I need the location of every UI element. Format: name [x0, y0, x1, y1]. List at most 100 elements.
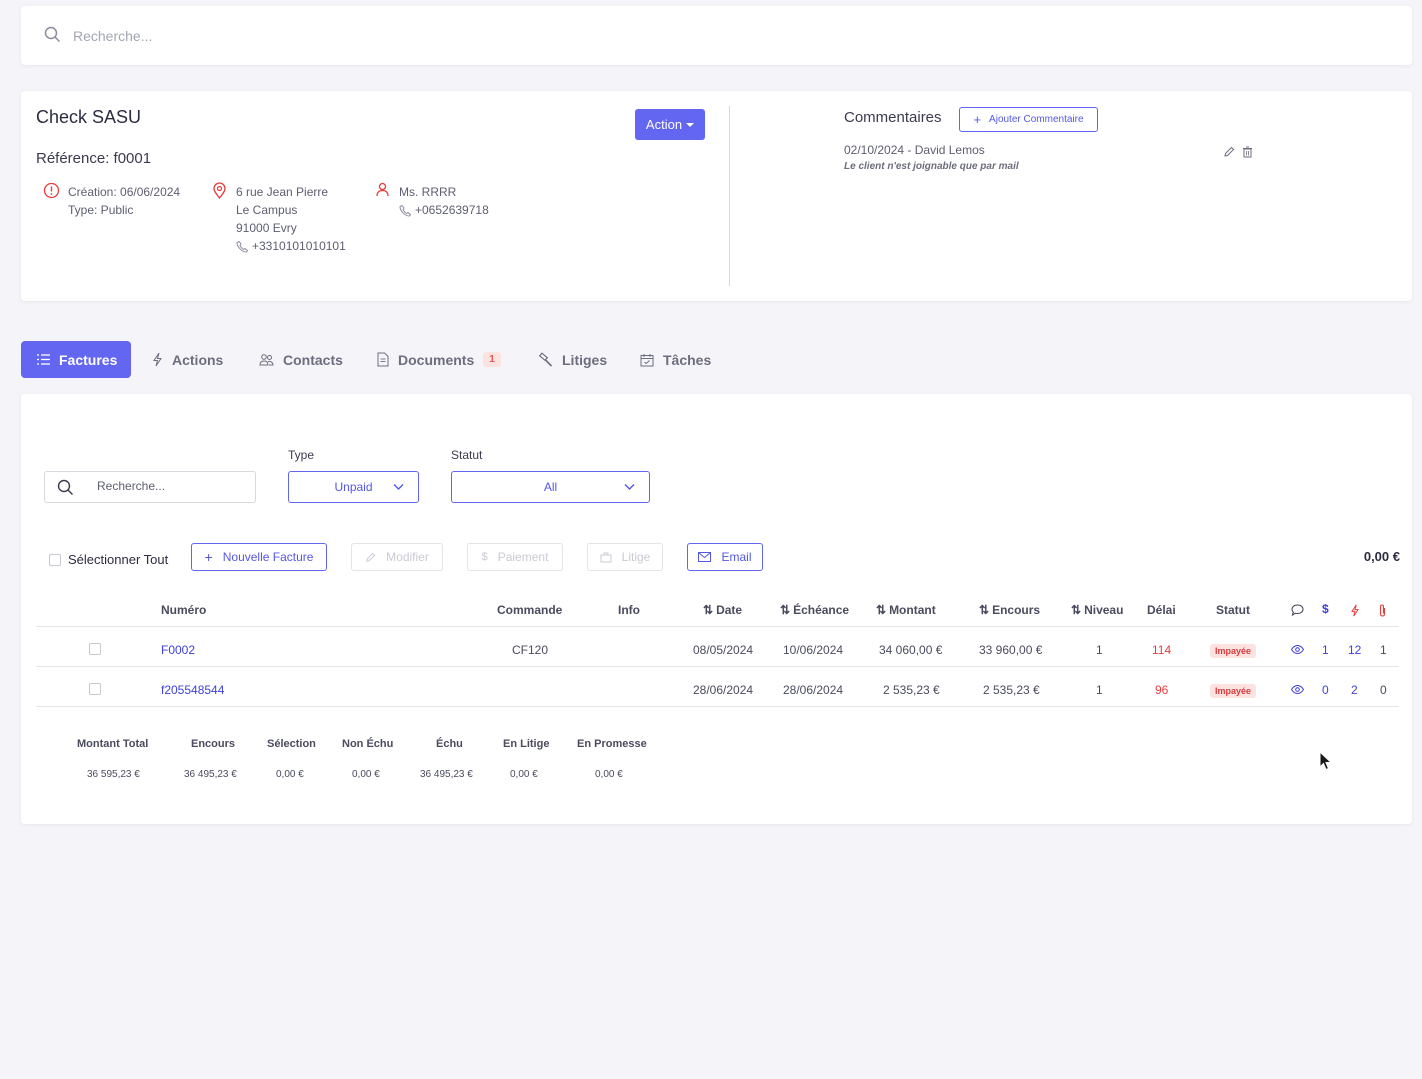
header-order[interactable]: Commande: [497, 603, 562, 617]
tab-label: Contacts: [283, 351, 343, 368]
invoice-number-link[interactable]: f205548544: [161, 683, 224, 697]
dollar-icon: $: [481, 551, 488, 563]
summary-value-promise: 0,00 €: [595, 769, 623, 780]
status-select[interactable]: All: [451, 471, 650, 503]
sort-icon: ⇅: [876, 603, 887, 617]
tab-contacts[interactable]: Contacts: [243, 341, 359, 378]
order-cell: CF120: [512, 643, 549, 657]
email-button[interactable]: Email: [687, 543, 763, 571]
header-status[interactable]: Statut: [1216, 603, 1250, 617]
header-date[interactable]: ⇅ Date: [703, 603, 742, 617]
action-button[interactable]: Action: [635, 109, 705, 140]
payment-button[interactable]: $ Paiement: [467, 543, 563, 571]
header-level[interactable]: ⇅ Niveau: [1071, 603, 1123, 617]
address-line-2: Le Campus: [236, 203, 298, 217]
paperclip-icon: [1378, 604, 1387, 617]
delete-comment-icon[interactable]: [1242, 146, 1253, 158]
outstanding-cell: 2 535,23 €: [983, 683, 1040, 697]
briefcase-icon: [600, 552, 612, 563]
invoice-search-box: [44, 471, 256, 503]
status-badge: Impayée: [1210, 684, 1257, 698]
divider: [729, 106, 730, 286]
sort-icon: ⇅: [703, 603, 714, 617]
address-line-3: 91000 Evry: [236, 221, 297, 235]
envelope-icon: [698, 552, 712, 562]
chevron-down-icon: [624, 483, 635, 491]
header-delay[interactable]: Délai: [1147, 603, 1176, 617]
eye-icon[interactable]: [1291, 685, 1304, 694]
sort-icon: ⇅: [780, 603, 791, 617]
user-icon: [375, 182, 390, 197]
comments-count[interactable]: 0: [1322, 683, 1329, 697]
header-number[interactable]: Numéro: [161, 603, 206, 617]
type-select-value: Unpaid: [334, 480, 373, 494]
header-due-date[interactable]: ⇅ Échéance: [780, 603, 849, 617]
status-filter-label: Statut: [451, 448, 483, 462]
selected-total: 0,00 €: [1363, 549, 1400, 564]
list-icon: [37, 354, 50, 365]
tab-documents[interactable]: Documents 1: [361, 341, 517, 378]
header-outstanding[interactable]: ⇅ Encours: [979, 603, 1040, 617]
type-select[interactable]: Unpaid: [288, 471, 419, 503]
amount-cell: 34 060,00 €: [879, 643, 943, 657]
mouse-cursor-icon: [1319, 751, 1333, 771]
bolt-icon: [152, 352, 163, 367]
edit-button[interactable]: Modifier: [351, 543, 443, 571]
tab-label: Tâches: [663, 351, 712, 368]
document-icon: [377, 352, 389, 367]
due-date-cell: 28/06/2024: [783, 683, 844, 697]
users-icon: [259, 353, 274, 366]
global-search-input[interactable]: [73, 24, 673, 48]
attachments-count[interactable]: 1: [1380, 643, 1387, 657]
tab-taches[interactable]: Tâches: [624, 341, 727, 378]
add-comment-button[interactable]: + Ajouter Commentaire: [959, 107, 1098, 132]
due-date-cell: 10/06/2024: [783, 643, 844, 657]
summary-value-not-due: 0,00 €: [352, 769, 380, 780]
comment-meta: 02/10/2024 - David Lemos: [844, 143, 985, 157]
comment-text: Le client n'est joignable que par mail: [844, 161, 1019, 172]
client-card: Check SASU Référence: f0001 Action Créat…: [21, 91, 1412, 301]
sort-icon: ⇅: [979, 603, 990, 617]
pencil-icon: [365, 552, 376, 563]
header-amount[interactable]: ⇅ Montant: [876, 603, 936, 617]
new-invoice-label: Nouvelle Facture: [222, 550, 314, 564]
tab-label: Factures: [59, 351, 118, 368]
invoice-number-link[interactable]: F0002: [161, 643, 195, 657]
invoice-search-input[interactable]: [97, 479, 247, 493]
comments-count[interactable]: 1: [1322, 643, 1329, 657]
summary-value-outstanding: 36 495,23 €: [184, 769, 237, 780]
row-checkbox[interactable]: [89, 643, 101, 655]
payments-count[interactable]: 12: [1348, 643, 1361, 657]
tab-label: Litiges: [562, 351, 608, 368]
hammer-icon: [538, 352, 553, 367]
add-comment-label: Ajouter Commentaire: [989, 114, 1084, 125]
tab-litiges[interactable]: Litiges: [522, 341, 623, 378]
summary-value-dispute: 0,00 €: [510, 769, 538, 780]
row-checkbox[interactable]: [89, 683, 101, 695]
address-line-1: 6 rue Jean Pierre: [236, 185, 329, 199]
select-all-checkbox[interactable]: [49, 553, 61, 566]
summary-value-selection: 0,00 €: [276, 769, 304, 780]
status-select-value: All: [543, 480, 558, 494]
summary-header-selection: Sélection: [267, 738, 316, 750]
client-address: 6 rue Jean Pierre Le Campus 91000 Evry +…: [236, 183, 346, 255]
select-all[interactable]: Sélectionner Tout: [49, 552, 168, 567]
payments-count[interactable]: 2: [1351, 683, 1358, 697]
new-invoice-button[interactable]: + Nouvelle Facture: [191, 543, 327, 571]
tab-factures[interactable]: Factures: [21, 341, 131, 378]
tab-label: Documents: [398, 351, 475, 368]
summary-header-not-due: Non Échu: [342, 738, 394, 750]
attachments-count[interactable]: 0: [1380, 683, 1387, 697]
address-phone-row: +3310101010101: [236, 237, 346, 255]
payment-label: Paiement: [497, 550, 549, 564]
plus-icon: +: [973, 112, 982, 127]
dispute-button[interactable]: Litige: [587, 543, 663, 571]
status-badge: Impayée: [1210, 644, 1257, 658]
eye-icon[interactable]: [1291, 645, 1304, 654]
tab-actions[interactable]: Actions: [136, 341, 239, 378]
row-divider: [36, 666, 1399, 667]
summary-value-overdue: 36 495,23 €: [420, 769, 473, 780]
phone-icon: [236, 240, 249, 253]
edit-comment-icon[interactable]: [1223, 146, 1235, 158]
header-info[interactable]: Info: [618, 603, 640, 617]
